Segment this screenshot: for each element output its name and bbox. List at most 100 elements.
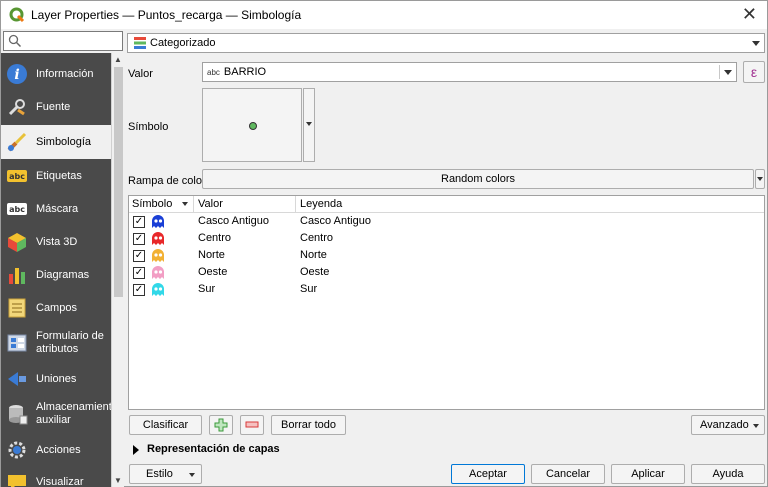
sidebar-item-diagramas[interactable]: Diagramas: [1, 260, 111, 290]
table-row[interactable]: ✓ Casco Antiguo Casco Antiguo: [129, 214, 764, 230]
apply-button[interactable]: Aplicar: [611, 464, 685, 484]
category-value: Centro: [198, 232, 232, 244]
category-checkbox[interactable]: ✓: [133, 250, 145, 262]
column-header-legend[interactable]: Leyenda: [300, 198, 342, 210]
renderer-type-combo[interactable]: Categorizado: [127, 33, 765, 53]
sidebar-item-campos[interactable]: Campos: [1, 293, 111, 323]
chevron-down-icon: [752, 41, 760, 46]
scroll-thumb[interactable]: [114, 67, 123, 297]
value-label: Valor: [128, 68, 153, 80]
ghost-symbol-icon: [152, 215, 164, 228]
category-legend: Sur: [300, 283, 318, 295]
advanced-button[interactable]: Avanzado: [691, 415, 765, 435]
sidebar-item-etiquetas[interactable]: abc Etiquetas: [1, 161, 111, 191]
delete-all-button[interactable]: Borrar todo: [271, 415, 346, 435]
style-label: Estilo: [146, 468, 173, 480]
table-row[interactable]: ✓ Centro Centro: [129, 231, 764, 247]
fields-icon: [6, 297, 28, 319]
accept-button[interactable]: Aceptar: [451, 464, 525, 484]
sidebar-item-mascara[interactable]: abc Máscara: [1, 194, 111, 224]
search-icon: [8, 34, 22, 48]
layer-rendering-section[interactable]: Representación de capas: [147, 443, 280, 455]
category-legend: Oeste: [300, 266, 330, 278]
color-ramp-button[interactable]: Random colors: [202, 169, 754, 189]
category-legend: Centro: [300, 232, 334, 244]
sidebar-item-visualizar[interactable]: Visualizar: [1, 467, 111, 487]
add-category-button[interactable]: [209, 415, 233, 435]
table-row[interactable]: ✓ Oeste Oeste: [129, 265, 764, 281]
scroll-down-icon[interactable]: ▼: [114, 476, 122, 485]
search-input[interactable]: [3, 31, 123, 51]
sidebar-scrollbar[interactable]: ▲ ▼: [111, 53, 124, 487]
chevron-down-icon: [189, 473, 195, 477]
mask-abc-icon: abc: [6, 198, 28, 220]
category-value: Casco Antiguo: [198, 215, 269, 227]
header-separator: [193, 196, 194, 213]
sidebar-item-fuente[interactable]: Fuente: [1, 92, 111, 122]
sidebar-item-informacion[interactable]: i Información: [1, 59, 111, 89]
window-title: Layer Properties — Puntos_recarga — Simb…: [31, 8, 302, 22]
value-field-combo[interactable]: abc BARRIO: [202, 62, 737, 82]
title-bar: Layer Properties — Puntos_recarga — Simb…: [1, 1, 767, 29]
color-ramp-label: Rampa de color: [128, 175, 206, 187]
sidebar-item-vista3d[interactable]: Vista 3D: [1, 227, 111, 257]
sidebar-item-acciones[interactable]: Acciones: [1, 435, 111, 465]
categories-table: Símbolo Valor Leyenda ✓ Casco Antiguo Ca…: [128, 195, 765, 410]
wrench-icon: [6, 96, 28, 118]
style-button[interactable]: Estilo: [129, 464, 202, 484]
ghost-symbol-icon: [152, 283, 164, 296]
category-checkbox[interactable]: ✓: [133, 216, 145, 228]
cancel-button[interactable]: Cancelar: [531, 464, 605, 484]
color-ramp-dropdown[interactable]: [755, 169, 765, 189]
chevron-down-icon: [757, 177, 763, 181]
category-legend: Norte: [300, 249, 327, 261]
svg-text:abc: abc: [9, 205, 25, 214]
symbol-button[interactable]: [202, 88, 302, 162]
scroll-up-icon[interactable]: ▲: [114, 55, 122, 64]
sidebar-item-almacenamiento[interactable]: Almacenamiento auxiliar: [1, 396, 111, 432]
sidebar: i Información Fuente Simbología abc Etiq…: [1, 31, 125, 487]
string-type-icon: abc: [207, 67, 220, 77]
chevron-down-icon: [753, 424, 759, 428]
close-icon[interactable]: ✕: [742, 5, 757, 23]
column-header-symbol[interactable]: Símbolo: [132, 198, 172, 210]
remove-category-button[interactable]: [240, 415, 264, 435]
table-row[interactable]: ✓ Sur Sur: [129, 282, 764, 298]
table-header: Símbolo Valor Leyenda: [129, 196, 764, 213]
sort-down-icon: [182, 202, 188, 206]
sidebar-nav: i Información Fuente Simbología abc Etiq…: [1, 53, 111, 487]
speech-icon: [6, 471, 28, 487]
gear-icon: [6, 439, 28, 461]
value-field-value: BARRIO: [223, 66, 267, 78]
sidebar-item-simbologia[interactable]: Simbología: [1, 125, 111, 159]
column-header-value[interactable]: Valor: [198, 198, 223, 210]
sidebar-item-uniones[interactable]: Uniones: [1, 364, 111, 394]
category-value: Norte: [198, 249, 225, 261]
ghost-symbol-icon: [152, 249, 164, 262]
category-checkbox[interactable]: ✓: [133, 284, 145, 296]
expression-button[interactable]: ε: [743, 61, 765, 83]
symbology-panel: Categorizado Valor abc BARRIO ε Símbolo …: [127, 31, 767, 487]
renderer-type-value: Categorizado: [150, 37, 216, 49]
category-checkbox[interactable]: ✓: [133, 233, 145, 245]
form-icon: [6, 332, 28, 354]
point-symbol-preview: [249, 122, 257, 130]
svg-text:abc: abc: [9, 172, 25, 181]
cube-icon: [6, 231, 28, 253]
svg-text:i: i: [14, 67, 19, 83]
info-icon: i: [6, 63, 28, 85]
symbol-dropdown-button[interactable]: [303, 88, 315, 162]
combo-separator: [719, 65, 720, 79]
help-button[interactable]: Ayuda: [691, 464, 765, 484]
category-legend: Casco Antiguo: [300, 215, 371, 227]
paintbrush-icon: [6, 131, 28, 153]
collapse-arrow-icon[interactable]: [133, 445, 139, 455]
plus-icon: [214, 418, 228, 432]
advanced-label: Avanzado: [700, 419, 749, 431]
category-checkbox[interactable]: ✓: [133, 267, 145, 279]
sidebar-item-formulario[interactable]: Formulario de atributos: [1, 326, 111, 360]
layer-properties-dialog: Layer Properties — Puntos_recarga — Simb…: [0, 0, 768, 487]
table-row[interactable]: ✓ Norte Norte: [129, 248, 764, 264]
chevron-down-icon: [724, 70, 732, 75]
classify-button[interactable]: Clasificar: [129, 415, 202, 435]
